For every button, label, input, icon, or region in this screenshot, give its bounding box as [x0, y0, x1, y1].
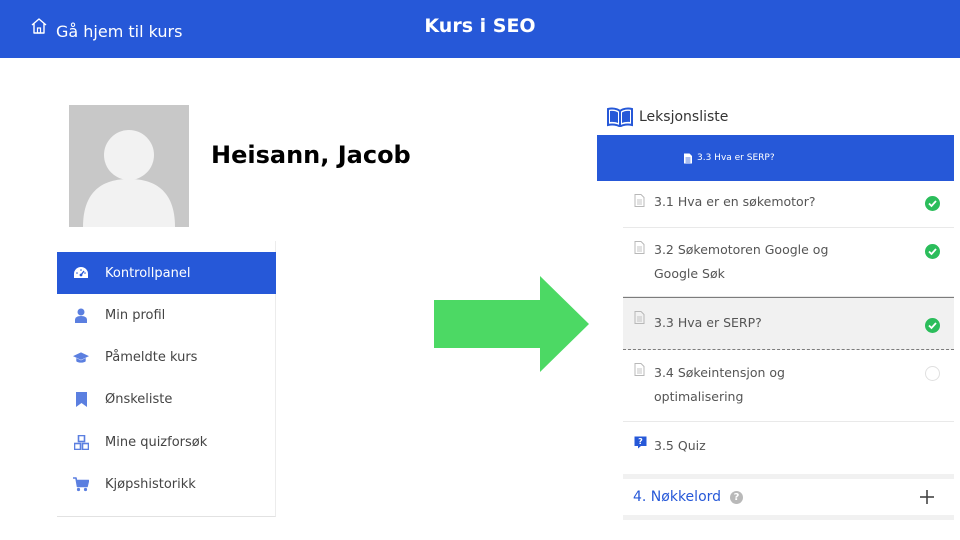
lesson-title: 3.2 Søkemotoren Google og Google Søk [654, 242, 829, 281]
menu-item-mine-quizforsok[interactable]: Mine quizforsøk [57, 421, 276, 463]
lesson-item-3-3[interactable]: 3.3 Hva er SERP? [623, 297, 954, 350]
menu-item-kjopshistorikk[interactable]: Kjøpshistorikk [57, 463, 276, 505]
greeting: Heisann, Jacob [211, 141, 411, 169]
lesson-list-gutter [597, 181, 623, 473]
menu-item-pameldte-kurs[interactable]: Påmeldte kurs [57, 336, 276, 378]
top-bar: Gå hjem til kurs Kurs i SEO [0, 0, 960, 58]
lesson-list-title: Leksjonsliste [639, 109, 729, 125]
section-4-nokkelord[interactable]: 4. Nøkkelord ? [623, 474, 954, 520]
user-icon [73, 307, 89, 323]
document-icon [634, 311, 645, 329]
menu-item-label: Påmeldte kurs [105, 349, 198, 365]
help-icon[interactable]: ? [730, 490, 744, 504]
quiz-icon: ? [634, 436, 647, 454]
avatar [69, 105, 189, 227]
current-lesson-title: 3.3 Hva er SERP? [697, 153, 775, 163]
menu-item-label: Mine quizforsøk [105, 434, 208, 450]
lesson-item-3-4[interactable]: 3.4 Søkeintensjon og optimalisering [623, 350, 954, 422]
section-title: 4. Nøkkelord [633, 489, 722, 505]
menu-item-kontrollpanel[interactable]: Kontrollpanel [57, 252, 276, 294]
menu-item-min-profil[interactable]: Min profil [57, 294, 276, 336]
document-icon [634, 194, 645, 212]
check-icon [925, 318, 940, 333]
course-title: Kurs i SEO [424, 15, 536, 37]
document-icon [634, 241, 645, 259]
svg-text:?: ? [638, 437, 643, 446]
arrow-right-icon [434, 276, 589, 372]
current-lesson-bar: 3.3 Hva er SERP? [597, 135, 954, 181]
dashboard-menu: Kontrollpanel Min profil Påmeldte kurs Ø… [57, 241, 276, 517]
lesson-title: 3.1 Hva er en søkemotor? [654, 194, 816, 209]
incomplete-circle-icon [925, 366, 940, 381]
cart-icon [73, 476, 89, 492]
lesson-item-3-5[interactable]: ? 3.5 Quiz [623, 422, 954, 470]
dashboard-icon [73, 265, 89, 281]
lesson-list-header: Leksjonsliste [607, 107, 728, 127]
plus-icon[interactable] [920, 490, 934, 504]
menu-item-label: Ønskeliste [105, 391, 173, 407]
lesson-title: 3.4 Søkeintensjon og optimalisering [654, 365, 785, 404]
document-icon [634, 363, 645, 381]
open-book-icon [607, 107, 633, 127]
lesson-title: 3.3 Hva er SERP? [654, 315, 762, 330]
check-icon [925, 196, 940, 211]
bookmark-icon [73, 391, 89, 407]
graduation-cap-icon [73, 349, 89, 365]
menu-item-onskeliste[interactable]: Ønskeliste [57, 378, 276, 420]
menu-item-label: Kjøpshistorikk [105, 476, 196, 492]
cubes-icon [73, 434, 89, 450]
lesson-title: 3.5 Quiz [654, 438, 706, 453]
document-icon [683, 153, 693, 164]
lesson-item-3-2[interactable]: 3.2 Søkemotoren Google og Google Søk [623, 228, 954, 297]
user-silhouette-icon [83, 130, 175, 227]
menu-item-label: Min profil [105, 307, 166, 323]
lesson-item-3-1[interactable]: 3.1 Hva er en søkemotor? [623, 181, 954, 228]
menu-item-label: Kontrollpanel [105, 265, 191, 281]
check-icon [925, 244, 940, 259]
